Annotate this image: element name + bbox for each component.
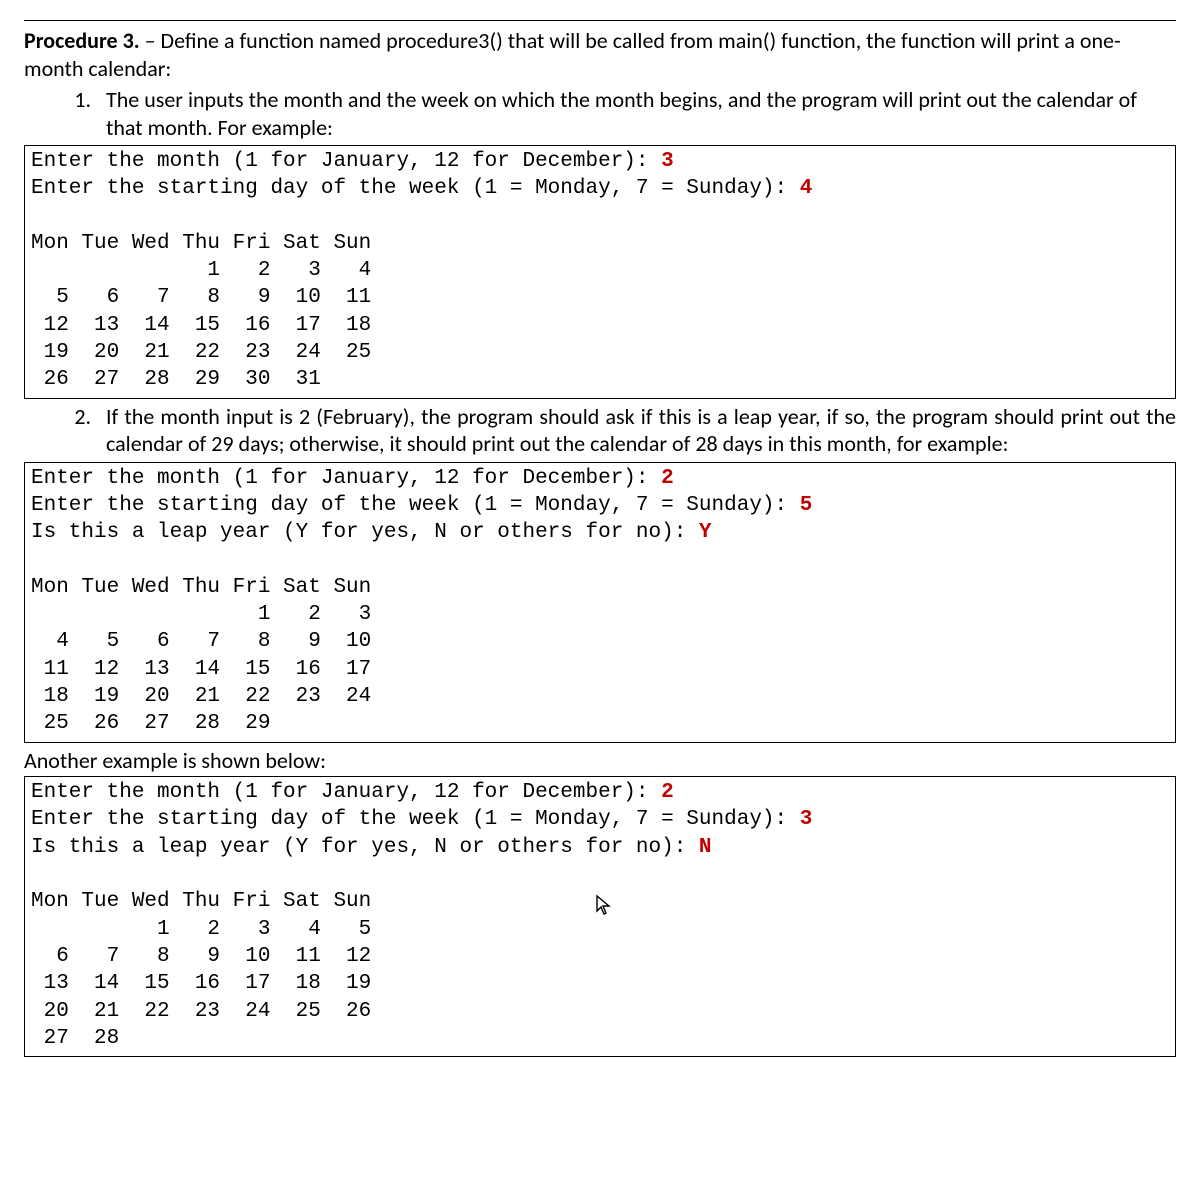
calendar-output-3: Mon Tue Wed Thu Fri Sat Sun 1 2 3 4 5 6 …: [31, 890, 371, 1049]
procedure-text: – Define a function named procedure3() t…: [24, 27, 1121, 82]
procedure-intro: Procedure 3. – Define a function named p…: [24, 27, 1176, 82]
prompt-month-1: Enter the month (1 for January, 12 for D…: [31, 150, 661, 173]
calendar-output-2: Mon Tue Wed Thu Fri Sat Sun 1 2 3 4 5 6 …: [31, 576, 371, 735]
input-month-2: 2: [661, 467, 674, 490]
cursor-icon: [595, 865, 613, 925]
top-divider: [24, 20, 1176, 21]
example-box-2: Enter the month (1 for January, 12 for D…: [24, 462, 1176, 743]
prompt-leap-2: Is this a leap year (Y for yes, N or oth…: [31, 521, 699, 544]
prompt-month-3: Enter the month (1 for January, 12 for D…: [31, 781, 661, 804]
list-item-1-text: The user inputs the month and the week o…: [106, 86, 1137, 141]
prompt-day-2: Enter the starting day of the week (1 = …: [31, 494, 800, 517]
prompt-month-2: Enter the month (1 for January, 12 for D…: [31, 467, 661, 490]
calendar-output-1: Mon Tue Wed Thu Fri Sat Sun 1 2 3 4 5 6 …: [31, 232, 371, 391]
input-day-1: 4: [800, 177, 813, 200]
input-month-1: 3: [661, 150, 674, 173]
prompt-day-3: Enter the starting day of the week (1 = …: [31, 808, 800, 831]
list-item-1: The user inputs the month and the week o…: [96, 86, 1176, 141]
input-leap-3: N: [699, 836, 712, 859]
input-leap-2: Y: [699, 521, 712, 544]
input-month-3: 2: [661, 781, 674, 804]
list-item-2: If the month input is 2 (February), the …: [96, 403, 1176, 458]
example-box-1: Enter the month (1 for January, 12 for D…: [24, 145, 1176, 399]
prompt-day-1: Enter the starting day of the week (1 = …: [31, 177, 800, 200]
another-example-label: Another example is shown below:: [24, 747, 1176, 775]
prompt-leap-3: Is this a leap year (Y for yes, N or oth…: [31, 836, 699, 859]
procedure-label: Procedure 3.: [24, 27, 140, 54]
input-day-3: 3: [800, 808, 813, 831]
list-item-2-text: If the month input is 2 (February), the …: [106, 403, 1176, 458]
example-box-3: Enter the month (1 for January, 12 for D…: [24, 776, 1176, 1057]
input-day-2: 5: [800, 494, 813, 517]
